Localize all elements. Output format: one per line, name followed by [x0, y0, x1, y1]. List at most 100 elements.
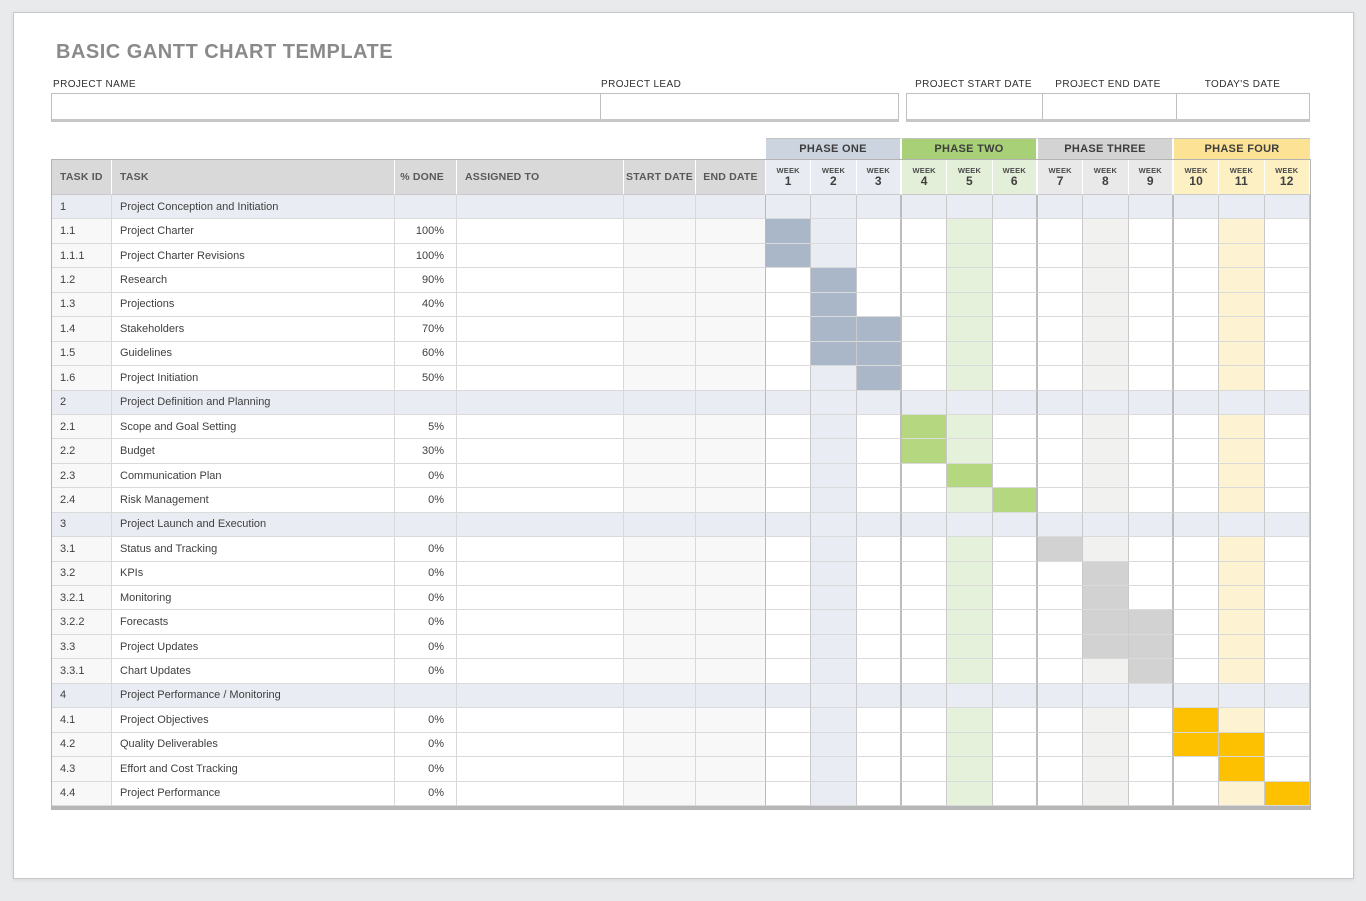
week-cell-9[interactable]	[1129, 391, 1174, 415]
week-cell-3[interactable]	[857, 464, 902, 488]
week-cell-8[interactable]	[1083, 391, 1128, 415]
end-date-cell[interactable]	[696, 537, 766, 561]
start-date-cell[interactable]	[624, 562, 696, 586]
assigned-to-cell[interactable]	[457, 342, 624, 366]
gantt-bar-cell-week-8[interactable]	[1083, 562, 1128, 586]
task-cell[interactable]: Chart Updates	[112, 659, 395, 683]
gantt-bar-cell-week-2[interactable]	[811, 293, 856, 317]
assigned-to-cell[interactable]	[457, 219, 624, 243]
week-cell-3[interactable]	[857, 268, 902, 292]
gantt-bar-cell-week-6[interactable]	[993, 488, 1038, 512]
week-cell-5[interactable]	[947, 757, 992, 781]
week-cell-7[interactable]	[1038, 195, 1083, 219]
start-date-cell[interactable]	[624, 635, 696, 659]
week-cell-4[interactable]	[902, 610, 947, 634]
week-cell-1[interactable]	[766, 635, 811, 659]
week-cell-10[interactable]	[1174, 464, 1219, 488]
week-cell-7[interactable]	[1038, 562, 1083, 586]
week-cell-12[interactable]	[1265, 659, 1310, 683]
end-date-cell[interactable]	[696, 268, 766, 292]
week-cell-11[interactable]	[1219, 659, 1264, 683]
gantt-bar-cell-week-3[interactable]	[857, 366, 902, 390]
end-date-cell[interactable]	[696, 391, 766, 415]
week-cell-3[interactable]	[857, 488, 902, 512]
end-date-cell[interactable]	[696, 610, 766, 634]
task-cell[interactable]: Communication Plan	[112, 464, 395, 488]
week-cell-6[interactable]	[993, 562, 1038, 586]
assigned-to-cell[interactable]	[457, 610, 624, 634]
task-id-cell[interactable]: 1.1	[52, 219, 112, 243]
week-cell-6[interactable]	[993, 586, 1038, 610]
week-cell-8[interactable]	[1083, 293, 1128, 317]
week-cell-11[interactable]	[1219, 635, 1264, 659]
week-cell-4[interactable]	[902, 659, 947, 683]
week-cell-5[interactable]	[947, 488, 992, 512]
week-cell-10[interactable]	[1174, 391, 1219, 415]
week-cell-12[interactable]	[1265, 537, 1310, 561]
assigned-to-cell[interactable]	[457, 513, 624, 537]
week-cell-7[interactable]	[1038, 439, 1083, 463]
week-cell-2[interactable]	[811, 537, 856, 561]
week-cell-8[interactable]	[1083, 782, 1128, 806]
percent-done-cell[interactable]: 0%	[395, 537, 457, 561]
week-cell-12[interactable]	[1265, 219, 1310, 243]
week-cell-6[interactable]	[993, 366, 1038, 390]
week-cell-12[interactable]	[1265, 684, 1310, 708]
percent-done-cell[interactable]: 40%	[395, 293, 457, 317]
percent-done-cell[interactable]: 0%	[395, 464, 457, 488]
week-cell-5[interactable]	[947, 513, 992, 537]
percent-done-cell[interactable]: 0%	[395, 782, 457, 806]
week-cell-4[interactable]	[902, 708, 947, 732]
week-cell-7[interactable]	[1038, 635, 1083, 659]
week-cell-2[interactable]	[811, 610, 856, 634]
week-cell-4[interactable]	[902, 219, 947, 243]
week-cell-10[interactable]	[1174, 586, 1219, 610]
week-cell-1[interactable]	[766, 317, 811, 341]
task-id-cell[interactable]: 3.3	[52, 635, 112, 659]
percent-done-cell[interactable]: 0%	[395, 733, 457, 757]
task-cell[interactable]: Forecasts	[112, 610, 395, 634]
week-cell-1[interactable]	[766, 659, 811, 683]
task-id-cell[interactable]: 3.2	[52, 562, 112, 586]
end-date-cell[interactable]	[696, 415, 766, 439]
week-cell-11[interactable]	[1219, 439, 1264, 463]
start-date-cell[interactable]	[624, 708, 696, 732]
gantt-bar-cell-week-10[interactable]	[1174, 733, 1219, 757]
task-cell[interactable]: Stakeholders	[112, 317, 395, 341]
start-date-cell[interactable]	[624, 439, 696, 463]
gantt-bar-cell-week-11[interactable]	[1219, 733, 1264, 757]
end-date-cell[interactable]	[696, 464, 766, 488]
gantt-bar-cell-week-10[interactable]	[1174, 708, 1219, 732]
week-cell-9[interactable]	[1129, 317, 1174, 341]
week-cell-6[interactable]	[993, 537, 1038, 561]
week-cell-6[interactable]	[993, 782, 1038, 806]
week-cell-5[interactable]	[947, 733, 992, 757]
week-cell-10[interactable]	[1174, 782, 1219, 806]
start-date-cell[interactable]	[624, 415, 696, 439]
week-cell-6[interactable]	[993, 244, 1038, 268]
week-cell-7[interactable]	[1038, 219, 1083, 243]
task-cell[interactable]: Budget	[112, 439, 395, 463]
assigned-to-cell[interactable]	[457, 268, 624, 292]
week-cell-4[interactable]	[902, 488, 947, 512]
week-cell-4[interactable]	[902, 464, 947, 488]
week-cell-12[interactable]	[1265, 610, 1310, 634]
week-cell-6[interactable]	[993, 391, 1038, 415]
week-cell-9[interactable]	[1129, 782, 1174, 806]
percent-done-cell[interactable]: 0%	[395, 586, 457, 610]
end-date-cell[interactable]	[696, 195, 766, 219]
week-cell-4[interactable]	[902, 733, 947, 757]
week-cell-6[interactable]	[993, 610, 1038, 634]
week-cell-3[interactable]	[857, 513, 902, 537]
week-cell-9[interactable]	[1129, 293, 1174, 317]
week-cell-1[interactable]	[766, 439, 811, 463]
percent-done-cell[interactable]: 0%	[395, 659, 457, 683]
gantt-bar-cell-week-1[interactable]	[766, 244, 811, 268]
week-cell-7[interactable]	[1038, 293, 1083, 317]
start-date-cell[interactable]	[624, 659, 696, 683]
week-cell-6[interactable]	[993, 513, 1038, 537]
week-cell-12[interactable]	[1265, 439, 1310, 463]
gantt-bar-cell-week-2[interactable]	[811, 342, 856, 366]
start-date-cell[interactable]	[624, 244, 696, 268]
week-cell-11[interactable]	[1219, 219, 1264, 243]
